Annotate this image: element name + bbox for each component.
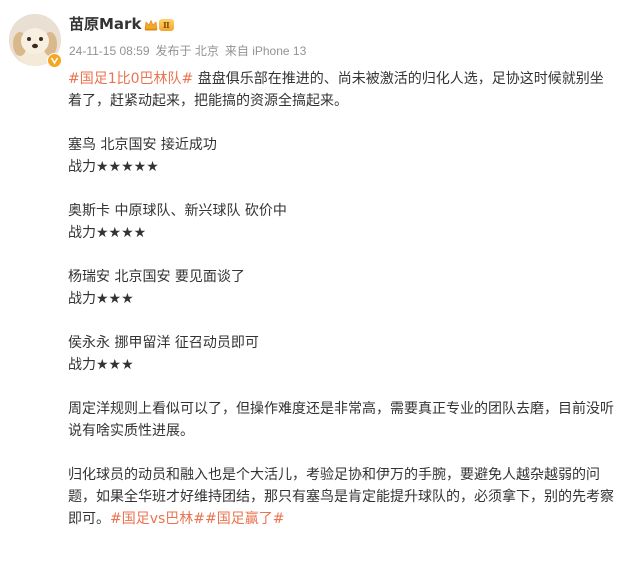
hashtag-link[interactable]: #国足vs巴林# (110, 511, 205, 527)
post-content: #国足1比0巴林队# 盘盘俱乐部在推进的、尚未被激活的归化人选，足协这时候就别坐… (68, 68, 616, 530)
candidate-line: 奥斯卡 中原球队、新兴球队 砍价中 (68, 203, 287, 219)
vip-level: Ⅱ (159, 18, 174, 31)
post-source: 来自 iPhone 13 (224, 44, 307, 58)
candidate-line: 侯永永 挪甲留洋 征召动员即可 (68, 335, 259, 351)
paragraph-rules: 周定洋规则上看似可以了，但操作难度还是非常高，需要真正专业的团队去磨，目前没听说… (68, 401, 614, 439)
user-name[interactable]: 苗原Mark (69, 14, 141, 34)
post-intro: #国足1比0巴林队# 盘盘俱乐部在推进的、尚未被激活的归化人选，足协这时候就别坐… (68, 68, 616, 112)
candidate-rating: 战力★★★ (68, 291, 134, 307)
post-meta: 24-11-15 08:59 发布于 北京 来自 iPhone 13 (69, 43, 311, 59)
hashtag-link[interactable]: #国足赢了# (205, 511, 284, 527)
hashtag-link[interactable]: #国足1比0巴林队# (68, 71, 193, 87)
post-time[interactable]: 24-11-15 08:59 (69, 44, 150, 58)
verified-v-icon (47, 53, 62, 68)
post-location: 发布于 北京 (155, 44, 219, 58)
vip-badge[interactable]: Ⅱ (144, 17, 174, 32)
candidate-rating: 战力★★★★ (68, 225, 147, 241)
candidate-line: 塞鸟 北京国安 接近成功 (68, 137, 217, 153)
candidate-line: 杨瑞安 北京国安 要见面谈了 (68, 269, 245, 285)
candidate-rating: 战力★★★ (68, 357, 134, 373)
weibo-post: 苗原Mark Ⅱ 24-11-15 08:59 发布于 北京 来自 iPhone 1… (0, 0, 624, 587)
candidate-rating: 战力★★★★★ (68, 159, 159, 175)
crown-icon (144, 19, 158, 30)
paragraph-final: 归化球员的动员和融入也是个大活儿，考验足协和伊万的手腕，要避免人越杂越弱的问题，… (68, 464, 616, 530)
